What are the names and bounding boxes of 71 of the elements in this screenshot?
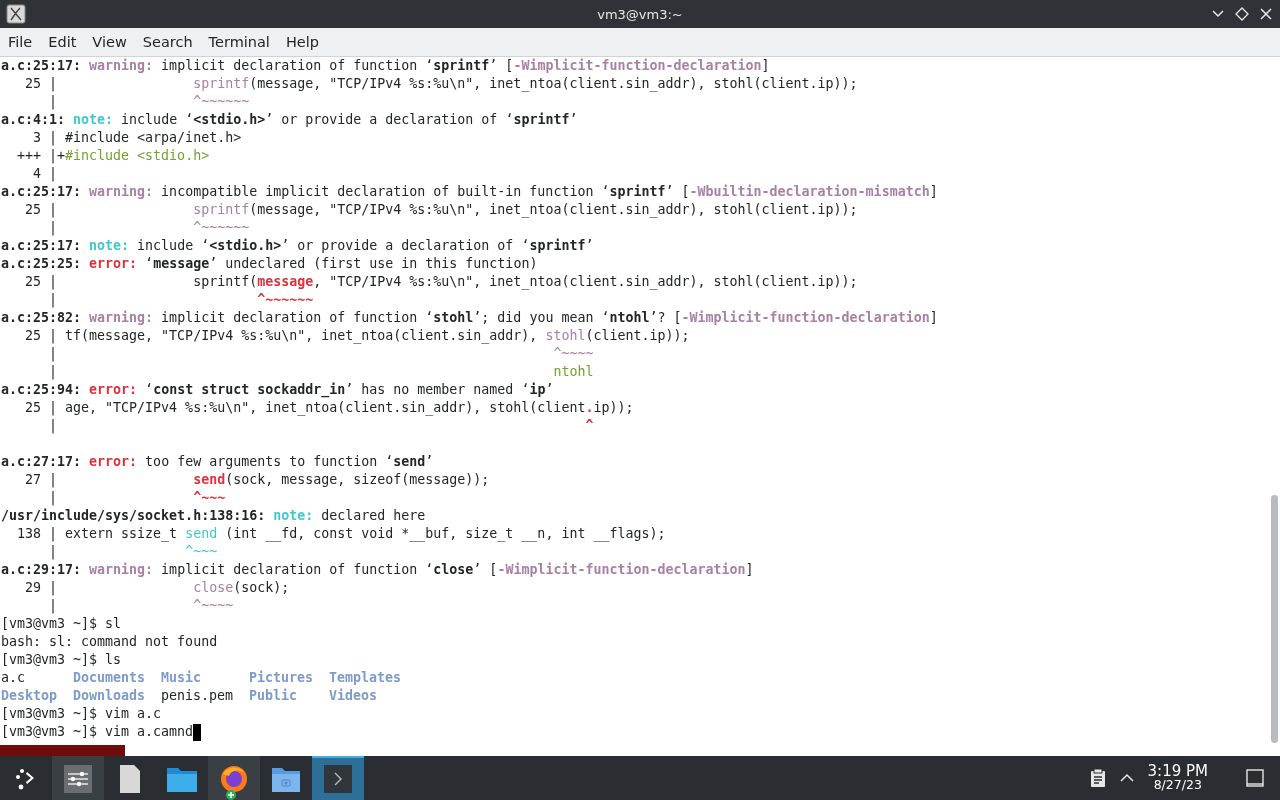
document-icon — [118, 765, 142, 793]
directory-name: Templates — [329, 669, 402, 687]
directory-name: Desktop — [1, 687, 58, 705]
terminal-line: 138 | extern ssize_t send (int __fd, const void *__buf, size_t __n, int __flags); — [16, 525, 666, 543]
menu-item[interactable]: Edit — [40, 31, 85, 53]
terminal-line: 29 | close(sock); — [24, 579, 290, 597]
terminal-line: [vm3@vm3 ~]$ sl — [1, 615, 122, 633]
terminal-line: [vm3@vm3 ~]$ vim a.c — [1, 705, 162, 723]
browser-icon — [219, 764, 249, 794]
menu-item[interactable]: Help — [277, 31, 327, 53]
terminal-line: | ^~~~~ — [48, 345, 594, 363]
terminal-line: 27 | send(sock, message, sizeof(message)); — [24, 471, 490, 489]
terminal-line: a.c:27:17: error: too few arguments to function ‘send’ — [1, 453, 434, 471]
plus-icon — [226, 790, 236, 800]
file-name: penis.pem — [161, 687, 234, 705]
terminal-line: bash: sl: command not found — [1, 633, 218, 651]
terminal-line: a.c:25:17: note: include ‘<stdio.h>’ or provide a declaration of ‘sprintf’ — [1, 237, 594, 255]
maximize-icon[interactable] — [1234, 6, 1250, 22]
terminal-line: a.c:29:17: warning: implicit declaration of function ‘close’ [-Wimplicit-function-declaration] — [1, 561, 754, 579]
clipboard-icon[interactable] — [1089, 769, 1106, 787]
terminal-line: | ^~~~ — [48, 543, 218, 561]
terminal-line: a.c:4:1: note: include ‘<stdio.h>’ or provide a declaration of ‘sprintf’ — [1, 111, 578, 129]
terminal-line: 25 | tf(message, "TCP/IPv4 %s:%u\n", inet_ntoa(client.sin_addr), stohl(client.ip)); — [24, 327, 690, 345]
terminal-line: a.c:25:82: warning: implicit declaration of function ‘stohl’; did you mean ‘ntohl’? [-Wimplicit-function-declaration] — [1, 309, 938, 327]
folder-icon — [167, 766, 197, 792]
directory-name: Pictures — [249, 669, 314, 687]
menu-item[interactable]: View — [84, 31, 135, 53]
terminal-line: | ntohl — [48, 363, 594, 381]
caret-up-icon[interactable] — [1119, 773, 1134, 783]
terminal-line: 25 | sprintf(message, "TCP/IPv4 %s:%u\n", inet_ntoa(client.sin_addr), stohl(client.ip)); — [24, 201, 858, 219]
terminal-line: | ^~~~~~~ — [48, 291, 314, 309]
terminal-line: [vm3@vm3 ~]$ ls — [1, 651, 122, 669]
terminal-line: 25 | sprintf(message, "TCP/IPv4 %s:%u\n", inet_ntoa(client.sin_addr), stohl(client.ip)); — [24, 273, 858, 291]
folder-icon — [272, 766, 300, 792]
terminal-line: | ^~~~~~~ — [48, 93, 250, 111]
taskbar-button[interactable] — [52, 756, 104, 800]
terminal-line: 4 | — [32, 165, 58, 183]
taskbar-button[interactable] — [312, 756, 364, 800]
terminal-line: a.c:25:17: warning: incompatible implicit declaration of built-in function ‘sprintf’ [-Wbuiltin-declaration-mismatch] — [1, 183, 938, 201]
terminal-line: | ^~~~~ — [48, 597, 234, 615]
terminal-line: a.c:25:25: error: ‘message’ undeclared (first use in this function) — [1, 255, 538, 273]
file-name: a.c — [1, 669, 26, 687]
scrollbar-thumb[interactable] — [1271, 495, 1278, 743]
menu-item[interactable]: File — [0, 31, 41, 53]
clock-time[interactable]: 3:19 PM — [1147, 764, 1208, 780]
terminal-line: a.c:25:94: error: ‘const struct sockaddr_in’ has no member named ‘ip’ — [1, 381, 554, 399]
window-title: vm3@vm3:~ — [597, 6, 683, 22]
close-icon[interactable] — [1258, 6, 1274, 22]
terminal-line: 25 | age, "TCP/IPv4 %s:%u\n", inet_ntoa(client.sin_addr), stohl(client.ip)); — [24, 399, 634, 417]
terminal-line: 3 | #include <arpa/inet.h> — [32, 129, 242, 147]
terminal-line: a.c:25:17: warning: implicit declaration of function ‘sprintf’ [-Wimplicit-function-declaration] — [1, 57, 770, 75]
terminal-icon — [324, 765, 352, 793]
terminal-line: 25 | sprintf(message, "TCP/IPv4 %s:%u\n", inet_ntoa(client.sin_addr), stohl(client.ip)); — [24, 75, 858, 93]
directory-name: Videos — [329, 687, 378, 705]
terminal-line: | ^~~~ — [48, 489, 226, 507]
directory-name: Downloads — [73, 687, 146, 705]
sliders-icon — [64, 765, 92, 793]
terminal-line: [vm3@vm3 ~]$ vim a.camnd — [1, 723, 194, 741]
terminal-line: | ^~~~~~~ — [48, 219, 250, 237]
show-desktop-icon[interactable] — [1246, 769, 1264, 787]
terminal-line: | ^ — [48, 417, 594, 435]
directory-name: Public — [249, 687, 298, 705]
directory-name: Documents — [73, 669, 146, 687]
menu-item[interactable]: Terminal — [200, 31, 278, 53]
terminal-line: /usr/include/sys/socket.h:138:16: note: declared here — [1, 507, 426, 525]
menu-item[interactable]: Search — [134, 31, 201, 53]
taskbar-button[interactable] — [208, 756, 260, 800]
terminal-line: +++ |+#include <stdio.h> — [16, 147, 210, 165]
clock-date[interactable]: 8/27/23 — [1153, 779, 1202, 792]
app-icon[interactable] — [6, 4, 26, 24]
directory-name: Music — [161, 669, 202, 687]
